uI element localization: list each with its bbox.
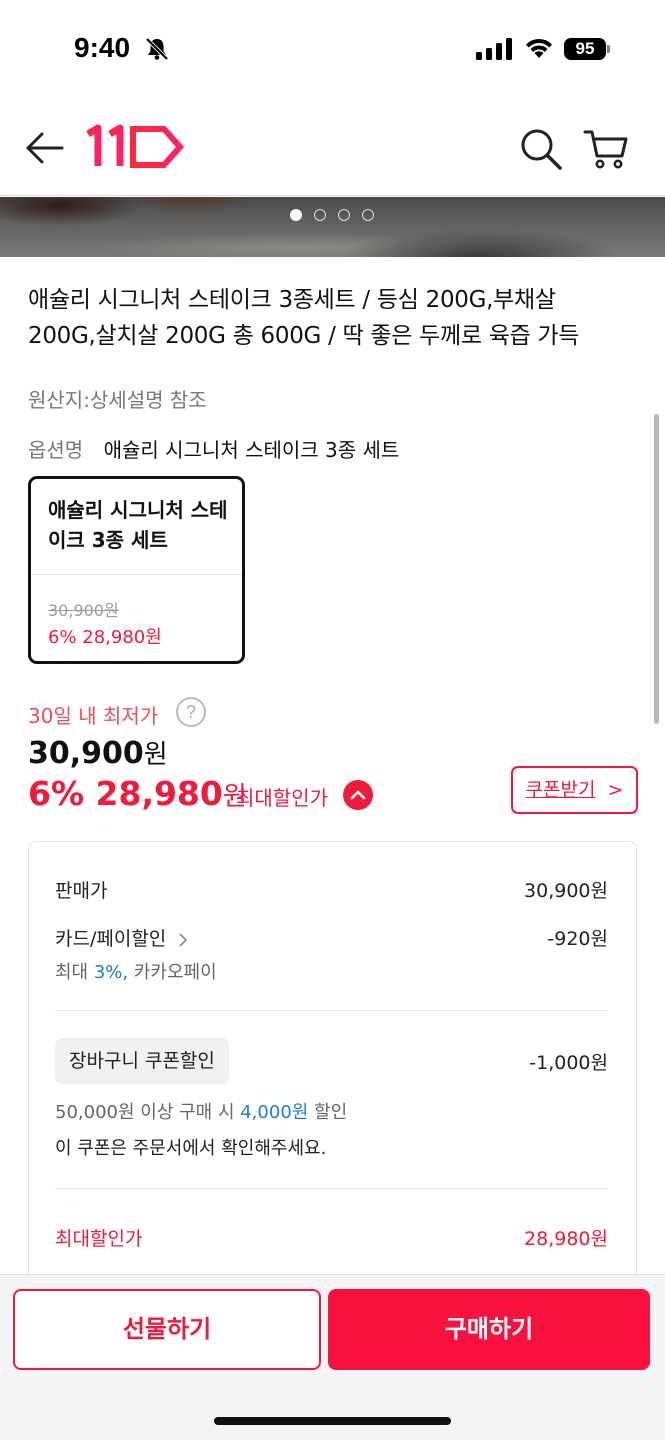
divider [55, 1010, 608, 1011]
option-label: 옵션명 [28, 438, 84, 462]
card-discount-value: -920원 [547, 928, 608, 950]
bell-off-icon [145, 37, 169, 61]
coupon-button-label: 쿠폰받기 [525, 779, 596, 801]
chevron-right-icon [179, 932, 188, 947]
card-detail-rate: 3% [93, 962, 123, 983]
original-price: 30,900원 [28, 734, 168, 771]
option-card-name: 애슐리 시그니처 스테이크 3종 세트 [48, 498, 228, 552]
coupon-cond-amount: 4,000원 [240, 1102, 309, 1123]
card-discount-row[interactable]: 카드/페이할인 -920원 [55, 924, 608, 951]
status-time: 9:40 [74, 32, 131, 63]
sell-price-value: 30,900원 [524, 880, 608, 902]
wifi-icon [526, 38, 552, 58]
product-image-gallery[interactable] [0, 197, 665, 257]
sell-price-label: 판매가 [55, 880, 108, 902]
max-discount-row-value: 28,980원 [524, 1228, 608, 1250]
sell-price-row: 판매가 30,900원 [55, 876, 608, 903]
price-breakdown: 판매가 30,900원 카드/페이할인 -920원 최대 3%, 카카오페이 장… [28, 841, 637, 1281]
card-detail-prefix: 최대 [55, 962, 94, 983]
help-icon[interactable]: ? [176, 697, 206, 727]
cart-coupon-chip: 장바구니 쿠폰할인 [55, 1038, 229, 1084]
bottom-action-bar: 선물하기 구매하기 [0, 1274, 665, 1440]
divider [55, 1188, 608, 1189]
product-image [0, 197, 665, 257]
coupon-cond-prefix: 50,000원 이상 구매 시 [55, 1102, 241, 1123]
app-header [0, 100, 665, 196]
option-value: 애슐리 시그니처 스테이크 3종 세트 [103, 438, 400, 462]
cart-icon[interactable] [582, 124, 630, 172]
back-arrow-icon[interactable] [22, 128, 66, 168]
11st-logo[interactable] [86, 122, 186, 172]
product-origin: 원산지:상세설명 참조 [28, 388, 207, 412]
option-row: 옵션명 애슐리 시그니처 스테이크 3종 세트 [28, 434, 399, 463]
gallery-dot-4[interactable] [362, 209, 374, 221]
coupon-cond-suffix: 할인 [308, 1102, 348, 1123]
sale-price: 6% 28,980원 [28, 774, 247, 813]
max-discount-row-label: 최대할인가 [55, 1228, 143, 1250]
cart-coupon-note: 이 쿠폰은 주문서에서 확인해주세요. [55, 1138, 327, 1159]
chevron-right-icon: > [607, 779, 624, 801]
signal-icon [476, 38, 512, 60]
chevron-up-icon[interactable] [343, 780, 373, 810]
get-coupon-button[interactable]: 쿠폰받기 > [511, 766, 638, 814]
max-discount-label: 최대할인가 [236, 786, 328, 810]
product-title: 애슐리 시그니처 스테이크 3종세트 / 등심 200G,부채살 200G,살치… [28, 287, 580, 349]
option-card-sale-price: 6% 28,980원 [48, 627, 162, 648]
card-discount-detail: 최대 3%, 카카오페이 [55, 958, 217, 984]
cart-coupon-row: 장바구니 쿠폰할인 -1,000원 [55, 1038, 608, 1084]
home-indicator[interactable] [214, 1417, 451, 1425]
buy-button[interactable]: 구매하기 [328, 1289, 650, 1370]
gallery-dot-1[interactable] [290, 209, 302, 221]
search-icon[interactable] [518, 126, 564, 172]
max-discount-row: 최대할인가 28,980원 [55, 1224, 608, 1251]
option-card-selected[interactable]: 애슐리 시그니처 스테이크 3종 세트 30,900원 6% 28,980원 [28, 476, 245, 664]
scrollbar[interactable] [654, 414, 659, 724]
battery-icon: 95 [564, 38, 606, 60]
card-discount-label: 카드/페이할인 [55, 928, 167, 950]
cart-coupon-condition: 50,000원 이상 구매 시 4,000원 할인 [55, 1098, 347, 1124]
sale-price-amount: 6% 28,980 [28, 774, 223, 813]
original-price-amount: 30,900 [28, 736, 144, 771]
status-bar: 9:40 95 [0, 0, 665, 100]
original-price-unit: 원 [143, 740, 168, 770]
lowest-price-label: 30일 내 최저가 [28, 704, 159, 728]
option-card-divider [31, 574, 242, 575]
cart-coupon-value: -1,000원 [529, 1052, 608, 1074]
card-detail-provider: , 카카오페이 [122, 962, 217, 983]
battery-cap [607, 45, 610, 53]
gift-button[interactable]: 선물하기 [13, 1289, 321, 1370]
gallery-dot-2[interactable] [314, 209, 326, 221]
option-card-original-price: 30,900원 [48, 601, 119, 620]
gallery-dot-3[interactable] [338, 209, 350, 221]
gallery-pagination [290, 209, 374, 221]
